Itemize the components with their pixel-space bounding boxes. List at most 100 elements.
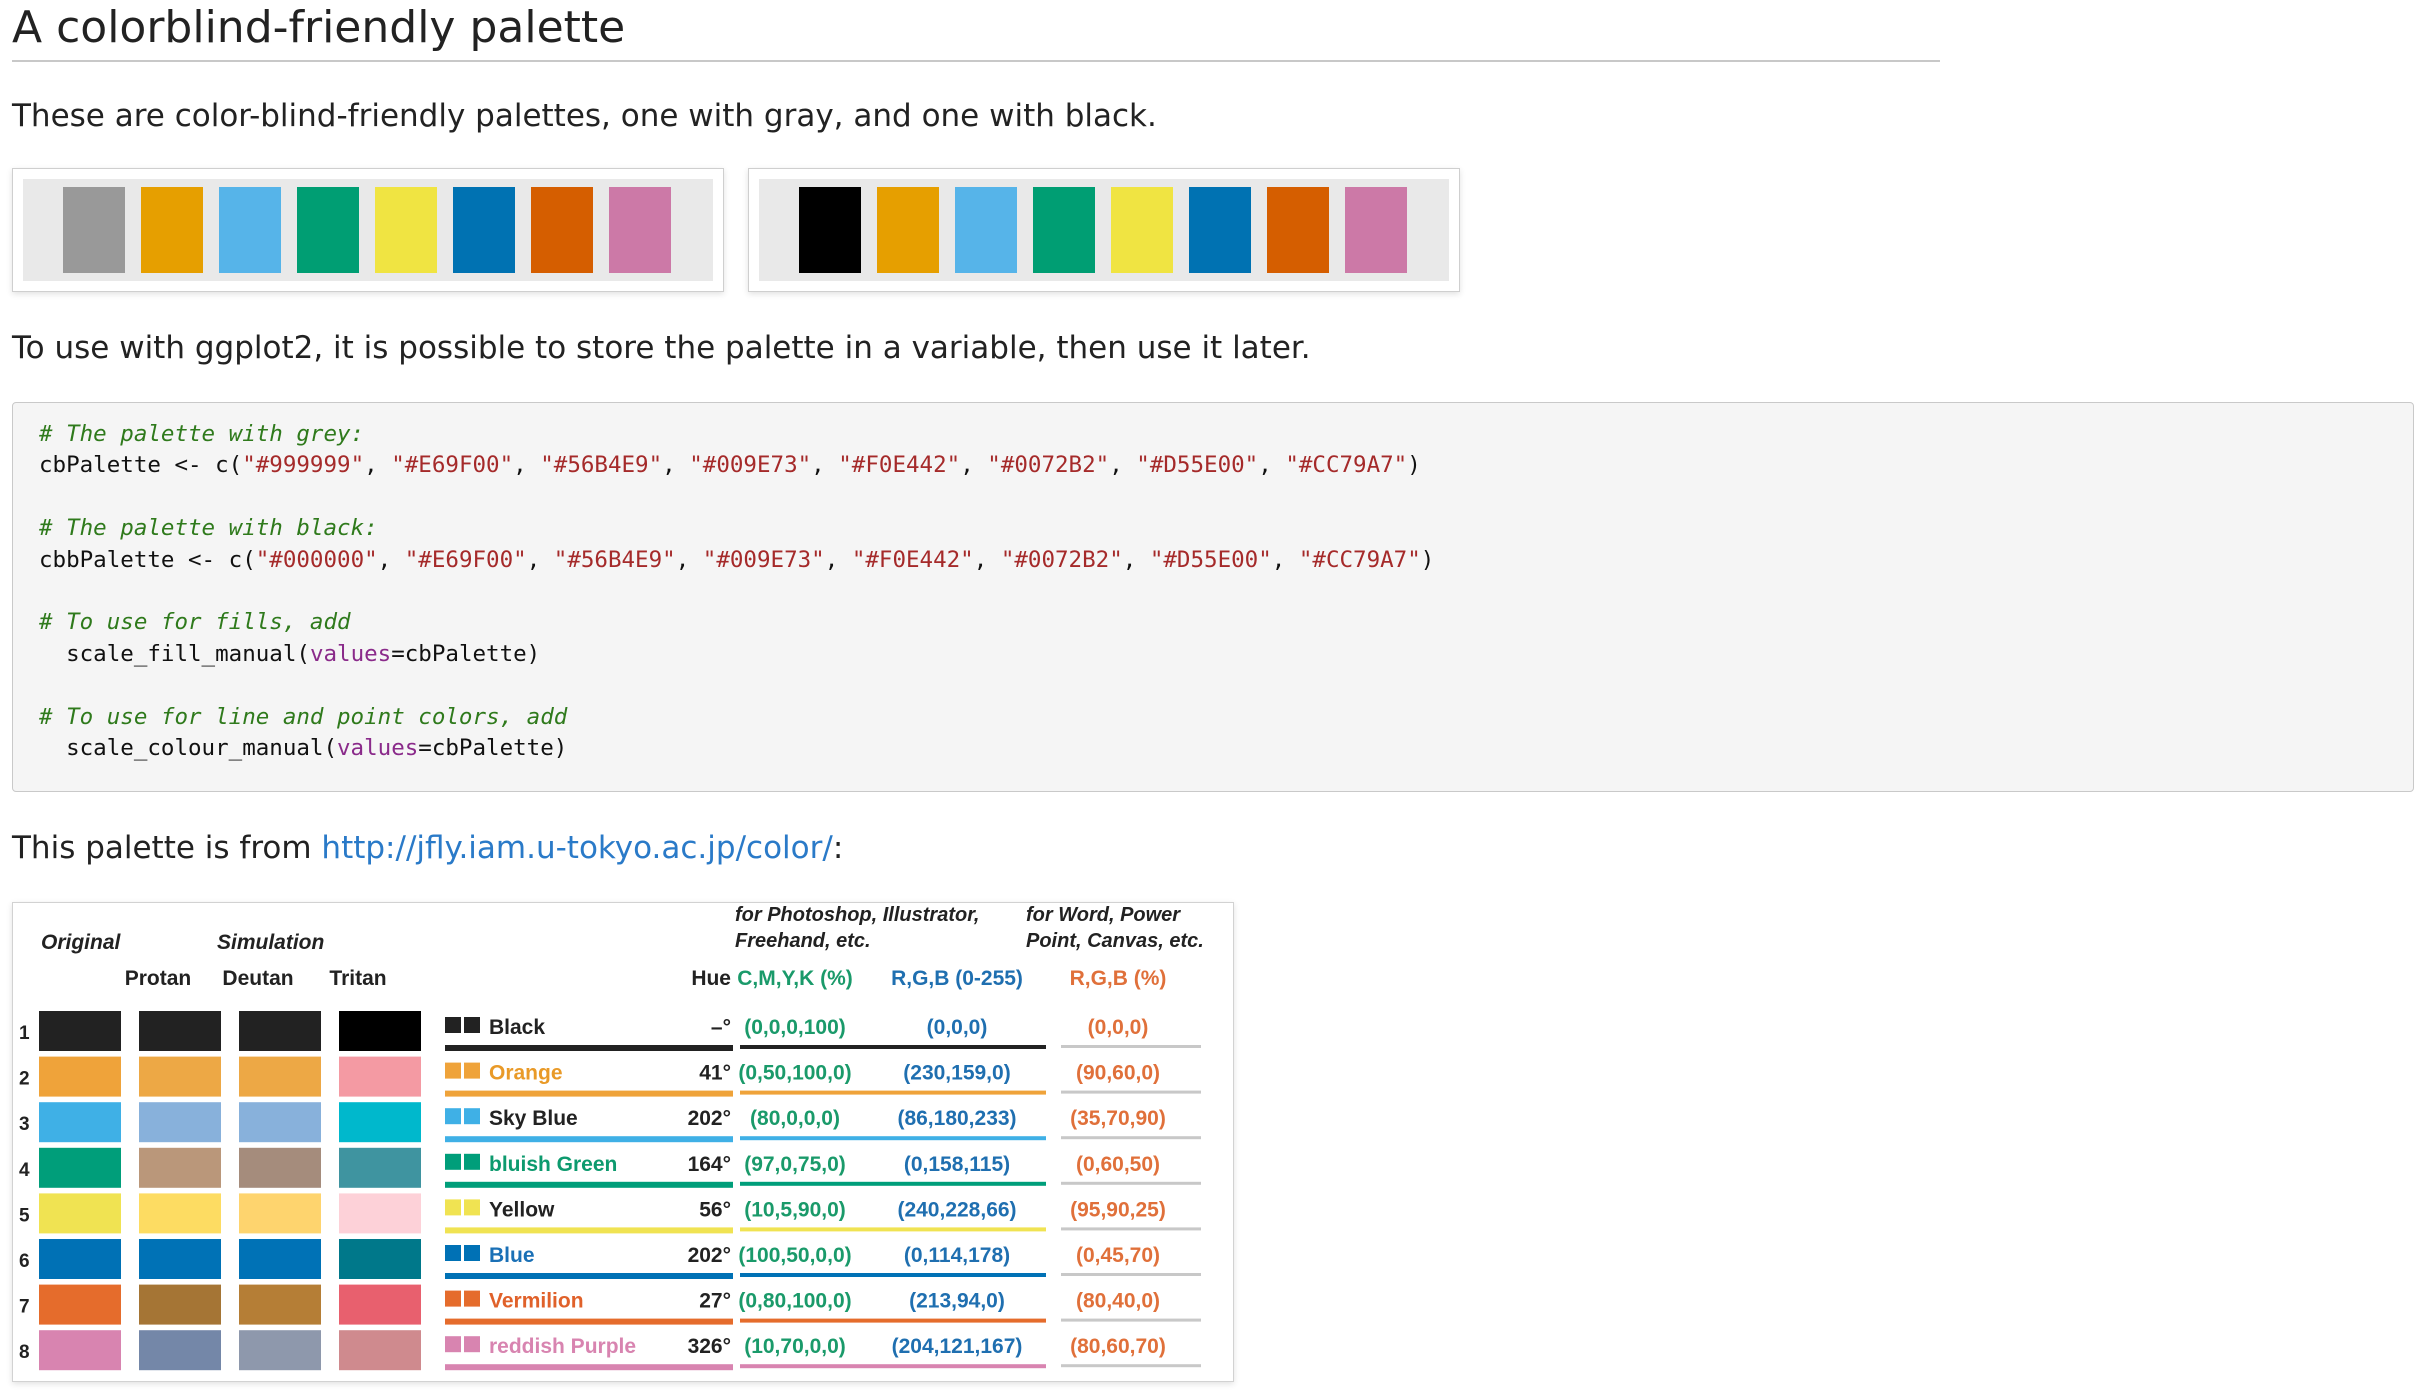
cmyk-value-3: (80,0,0,0) bbox=[750, 1107, 840, 1130]
swatch-original-5 bbox=[39, 1193, 121, 1234]
color-name-3: Sky Blue bbox=[489, 1107, 578, 1130]
mini-swatch-b-6 bbox=[464, 1245, 480, 1261]
header-cmyk: C,M,Y,K (%) bbox=[737, 967, 853, 990]
color-name-7: Vermilion bbox=[489, 1290, 584, 1313]
mini-swatch-a-7 bbox=[445, 1290, 461, 1307]
code-assign-black: cbbPalette <- c("#000000", "#E69F00", "#… bbox=[39, 546, 1435, 573]
code-blank-2 bbox=[39, 576, 1434, 607]
intro-paragraph: These are color-blind-friendly palettes,… bbox=[12, 98, 1157, 134]
black-swatch-6 bbox=[1189, 187, 1251, 273]
swatch-protan-6 bbox=[139, 1239, 221, 1279]
black-swatch-8 bbox=[1345, 187, 1407, 273]
black-swatch-2 bbox=[877, 187, 939, 273]
underline-name-4 bbox=[445, 1181, 733, 1188]
mini-swatch-b-3 bbox=[464, 1108, 480, 1125]
swatch-protan-7 bbox=[139, 1284, 221, 1325]
code-assign-grey: cbPalette <- c("#999999", "#E69F00", "#5… bbox=[39, 452, 1421, 479]
mini-swatch-a-5 bbox=[445, 1199, 461, 1216]
rgbpct-value-6: (0,45,70) bbox=[1076, 1244, 1160, 1267]
swatch-original-4 bbox=[39, 1147, 121, 1188]
hue-value-4: 164° bbox=[688, 1153, 731, 1176]
mini-swatch-a-3 bbox=[445, 1108, 461, 1125]
swatch-protan-8 bbox=[139, 1330, 221, 1371]
swatch-tritan-1 bbox=[339, 1011, 421, 1051]
rgb255-value-6: (0,114,178) bbox=[904, 1244, 1010, 1267]
swatch-original-2 bbox=[39, 1056, 121, 1097]
hue-value-7: 27° bbox=[699, 1290, 731, 1313]
color-name-1: Black bbox=[489, 1016, 545, 1039]
header-deutan: Deutan bbox=[222, 967, 293, 990]
page-title: A colorblind-friendly palette bbox=[12, 0, 1940, 62]
code-colour-call: scale_colour_manual(values=cbPalette) bbox=[39, 734, 568, 761]
underline-word-3 bbox=[1061, 1136, 1201, 1140]
header-group1-line1: for Photoshop, Illustrator, bbox=[735, 904, 979, 926]
mini-swatch-a-8 bbox=[445, 1336, 461, 1353]
swatch-protan-4 bbox=[139, 1147, 221, 1188]
color-name-5: Yellow bbox=[489, 1198, 555, 1221]
underline-word-4 bbox=[1061, 1181, 1201, 1185]
cmyk-value-5: (10,5,90,0) bbox=[744, 1198, 846, 1221]
code-comment-black: # The palette with black: bbox=[39, 515, 378, 542]
code-comment-grey: # The palette with grey: bbox=[39, 421, 365, 447]
rgbpct-value-5: (95,90,25) bbox=[1070, 1198, 1166, 1221]
hue-value-5: 56° bbox=[699, 1198, 731, 1221]
swatch-deutan-1 bbox=[239, 1011, 321, 1051]
swatch-protan-1 bbox=[139, 1011, 221, 1051]
mini-swatch-b-7 bbox=[464, 1290, 480, 1307]
black-swatch-7 bbox=[1267, 187, 1329, 273]
rgb255-value-8: (204,121,167) bbox=[892, 1335, 1023, 1358]
hue-value-8: 326° bbox=[688, 1335, 731, 1358]
source-prefix: This palette is from bbox=[12, 830, 322, 866]
row-number-3: 3 bbox=[19, 1114, 30, 1135]
swatch-tritan-3 bbox=[339, 1102, 421, 1143]
swatch-protan-3 bbox=[139, 1102, 221, 1143]
swatch-protan-5 bbox=[139, 1193, 221, 1234]
header-rgbpct: R,G,B (%) bbox=[1070, 967, 1167, 990]
underline-name-5 bbox=[445, 1227, 733, 1234]
color-name-6: Blue bbox=[489, 1244, 535, 1267]
swatch-deutan-5 bbox=[239, 1193, 321, 1234]
black-swatch-3 bbox=[955, 187, 1017, 273]
grey-swatch-3 bbox=[219, 187, 281, 273]
swatch-original-7 bbox=[39, 1284, 121, 1325]
underline-word-7 bbox=[1061, 1318, 1201, 1322]
header-hue: Hue bbox=[691, 967, 731, 990]
swatch-deutan-2 bbox=[239, 1056, 321, 1097]
header-simulation: Simulation bbox=[217, 931, 324, 954]
mini-swatch-a-1 bbox=[445, 1017, 461, 1033]
rgb255-value-3: (86,180,233) bbox=[897, 1107, 1016, 1130]
code-comment-colour: # To use for line and point colors, add bbox=[39, 703, 568, 730]
underline-photoshop-8 bbox=[740, 1364, 1046, 1369]
mini-swatch-b-2 bbox=[464, 1062, 480, 1079]
source-paragraph: This palette is from http://jfly.iam.u-t… bbox=[12, 828, 843, 868]
black-palette-strip bbox=[759, 179, 1449, 281]
swatch-deutan-4 bbox=[239, 1147, 321, 1188]
swatch-original-6 bbox=[39, 1239, 121, 1279]
cmyk-value-4: (97,0,75,0) bbox=[744, 1153, 846, 1176]
mini-swatch-b-8 bbox=[464, 1336, 480, 1353]
rgb255-value-4: (0,158,115) bbox=[904, 1153, 1010, 1176]
hue-value-1: –° bbox=[711, 1016, 731, 1039]
swatch-deutan-8 bbox=[239, 1330, 321, 1371]
code-blank-1 bbox=[39, 482, 1434, 513]
swatch-tritan-5 bbox=[339, 1193, 421, 1234]
rgbpct-value-1: (0,0,0) bbox=[1088, 1016, 1149, 1039]
cmyk-value-6: (100,50,0,0) bbox=[738, 1244, 851, 1267]
header-rgb255: R,G,B (0-255) bbox=[891, 967, 1023, 990]
grey-swatch-5 bbox=[375, 187, 437, 273]
cmyk-value-2: (0,50,100,0) bbox=[738, 1062, 851, 1085]
underline-photoshop-2 bbox=[740, 1090, 1046, 1095]
swatch-original-1 bbox=[39, 1011, 121, 1051]
grey-swatch-4 bbox=[297, 187, 359, 273]
jfly-figure-svg: Original Simulation Protan Deutan Tritan Hue f… bbox=[19, 904, 1204, 1371]
mini-swatch-a-4 bbox=[445, 1153, 461, 1170]
rgb255-value-5: (240,228,66) bbox=[897, 1198, 1016, 1221]
header-group1-line2: Freehand, etc. bbox=[735, 930, 871, 952]
jfly-link[interactable]: http://jfly.iam.u-tokyo.ac.jp/color/ bbox=[321, 830, 832, 866]
grey-swatch-8 bbox=[609, 187, 671, 273]
swatch-original-3 bbox=[39, 1102, 121, 1143]
cmyk-value-1: (0,0,0,100) bbox=[744, 1016, 846, 1039]
underline-photoshop-5 bbox=[740, 1227, 1046, 1232]
mini-swatch-a-6 bbox=[445, 1245, 461, 1261]
code-content: # The palette with grey: cbPalette <- c("… bbox=[39, 419, 1434, 764]
